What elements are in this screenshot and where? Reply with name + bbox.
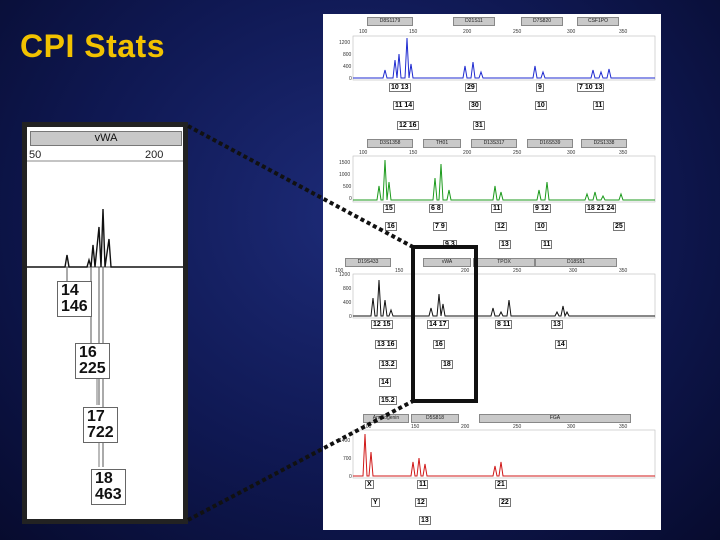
p4-r1-b: 12 (415, 498, 427, 507)
p2-r0-a: 15 (383, 204, 395, 213)
p3-r2-a: 13.2 (379, 360, 397, 369)
p2-r2-a: 9.3 (443, 240, 457, 249)
panel-black: D19S433 vWA TPOX D18S51 100 150 200 250 … (323, 256, 661, 406)
p1-r2-a: 12 16 (397, 121, 419, 130)
p2-r2-c: 11 (541, 240, 553, 249)
zoom-label-17: 17 722 (83, 407, 118, 443)
p2-r1-d: 10 (535, 222, 547, 231)
panel-red: Amelogenin D5S818 FGA 100 150 200 250 30… (323, 412, 661, 530)
p2-r1-a: 16 (385, 222, 397, 231)
p2-r0-b: 6 8 (429, 204, 443, 213)
panel-green: D3S1358 TH01 D13S317 D16S539 D2S1338 100… (323, 136, 661, 252)
p1-r0-d: 7 10 13 (577, 83, 605, 92)
p3-r3-a: 14 (379, 378, 391, 387)
p1-r1-c: 10 (535, 101, 547, 110)
p4-trace (352, 429, 656, 479)
p3-r0-d: 13 (551, 320, 563, 329)
p4-r0-c: 21 (495, 480, 507, 489)
p1-r0-a: 10 13 (389, 83, 411, 92)
p4-r0-b: 11 (417, 480, 429, 489)
p2-r0-e: 18 21 24 (585, 204, 617, 213)
p2-r2-b: 13 (499, 240, 511, 249)
zoom-label-18: 18 463 (91, 469, 126, 505)
slide-title: CPI Stats (20, 28, 165, 64)
p1-r1-a: 11 14 (393, 101, 415, 110)
electropherogram-stack: D8S1179 D21S11 D7S820 CSF1PO 100 150 200… (323, 14, 661, 530)
p3-r0-b: 14 17 (427, 320, 449, 329)
p2-r1-c: 12 (495, 222, 507, 231)
p3-r0-a: 12 15 (371, 320, 393, 329)
p3-r2-b: 18 (441, 360, 453, 369)
zoom-panel: vWA 50 200 14 146 16 225 17 722 18 463 (22, 122, 188, 524)
p4-r1-c: 22 (499, 498, 511, 507)
p3-r4-a: 15.2 (379, 396, 397, 405)
p1-r0-b: 29 (465, 83, 477, 92)
p2-r1-e: 25 (613, 222, 625, 231)
p4-r1-a: Y (371, 498, 380, 507)
p4-r0-a: X (365, 480, 374, 489)
p2-r0-d: 9 12 (533, 204, 551, 213)
zoom-label-14: 14 146 (57, 281, 92, 317)
zoom-trace (27, 160, 183, 467)
p1-r0-c: 9 (536, 83, 544, 92)
p3-r1-b: 16 (433, 340, 445, 349)
p2-trace (352, 155, 656, 203)
p4-r2-a: 13 (419, 516, 431, 525)
p3-r1-c: 14 (555, 340, 567, 349)
p2-r0-c: 11 (491, 204, 503, 213)
p1-r1-d: 11 (593, 101, 605, 110)
p3-r1-a: 13 16 (375, 340, 397, 349)
panel-blue: D8S1179 D21S11 D7S820 CSF1PO 100 150 200… (323, 14, 661, 132)
p3-r0-c: 8 11 (495, 320, 513, 329)
p1-trace (352, 35, 656, 81)
p1-r2-b: 31 (473, 121, 485, 130)
p3-trace (352, 273, 656, 319)
p2-r1-b: 7 9 (433, 222, 447, 231)
zoom-label-16: 16 225 (75, 343, 110, 379)
p1-r1-b: 30 (469, 101, 481, 110)
